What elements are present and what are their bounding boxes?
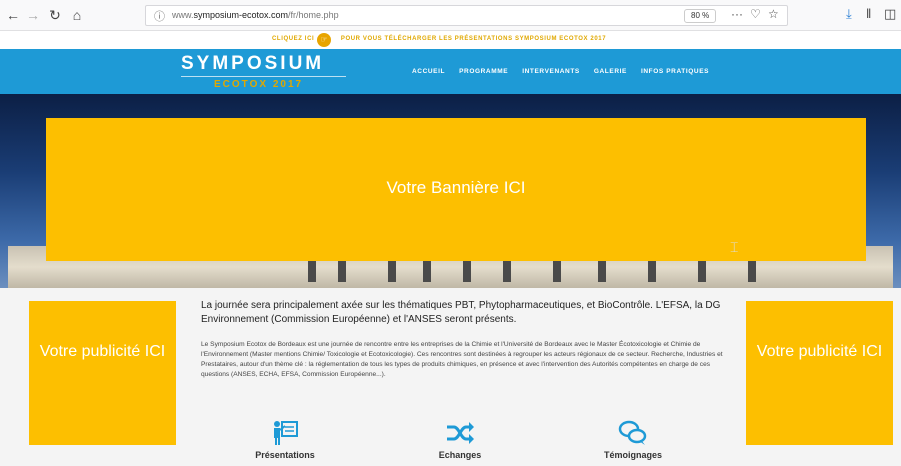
browser-toolbar: ← → ↻ ⌂ ⓘ www.symposium-ecotox.com/fr/ho… [0, 0, 901, 31]
banner-text: Votre Bannière ICI [386, 178, 526, 197]
nav-item-accueil[interactable]: ACCUEIL [412, 68, 445, 75]
nav-item-intervenants[interactable]: INTERVENANTS [522, 68, 580, 75]
feature-echanges[interactable]: Echanges [400, 420, 520, 460]
bookmark-star-icon[interactable]: ☆ [768, 7, 779, 21]
feature-temoignages[interactable]: Témoignages [573, 420, 693, 460]
nav-item-galerie[interactable]: GALERIE [594, 68, 627, 75]
main-nav: ACCUEIL PROGRAMME INTERVENANTS GALERIE I… [412, 68, 709, 75]
download-icon[interactable]: ⤓ [846, 6, 852, 22]
ad-right[interactable]: Votre publicité ICI [746, 301, 893, 445]
site-header: SYMPOSIUM ECOTOX 2017 ACCUEIL PROGRAMME … [0, 49, 901, 94]
feature-label: Témoignages [603, 450, 662, 460]
nav-item-programme[interactable]: PROGRAMME [459, 68, 508, 75]
feature-label: Echanges [438, 450, 482, 460]
text-cursor-icon: ⌶ [730, 239, 739, 255]
logo-title[interactable]: SYMPOSIUM [181, 53, 324, 75]
sidebar-icon[interactable]: ◫ [884, 6, 896, 22]
reload-icon[interactable]: ↻ [46, 6, 64, 24]
logo-subtitle: ECOTOX 2017 [214, 79, 304, 90]
info-icon[interactable]: ⓘ [154, 8, 165, 24]
banner-ad[interactable]: Votre Bannière ICI [46, 118, 866, 261]
click-hand-icon[interactable]: ☞ [317, 33, 331, 47]
pocket-icon[interactable]: ♡ [750, 7, 761, 21]
zoom-level[interactable]: 80 % [684, 9, 717, 23]
ad-left[interactable]: Votre publicité ICI [29, 301, 176, 445]
forward-icon[interactable]: → [24, 6, 42, 24]
library-icon[interactable]: ‖ [866, 6, 871, 21]
shuffle-icon [400, 420, 520, 448]
page-actions-icon[interactable]: ··· [731, 7, 743, 21]
logo-divider [181, 76, 346, 77]
home-icon[interactable]: ⌂ [68, 6, 86, 24]
chat-icon [573, 420, 693, 448]
url-text[interactable]: www.symposium-ecotox.com/fr/home.php [172, 10, 339, 20]
feature-label: Présentations [255, 450, 315, 460]
back-icon[interactable]: ← [4, 6, 22, 24]
nav-item-infos-pratiques[interactable]: INFOS PRATIQUES [641, 68, 709, 75]
presentation-icon [225, 420, 345, 448]
download-notice[interactable]: CLIQUEZ ICI POUR VOUS TÉLÉCHARGER LES PR… [0, 31, 901, 49]
address-bar[interactable]: ⓘ www.symposium-ecotox.com/fr/home.php 8… [145, 5, 788, 26]
intro-body: Le Symposium Ecotox de Bordeaux est une … [201, 341, 723, 378]
feature-presentations[interactable]: Présentations [225, 420, 345, 460]
intro-lead: La journée sera principalement axée sur … [201, 300, 721, 325]
